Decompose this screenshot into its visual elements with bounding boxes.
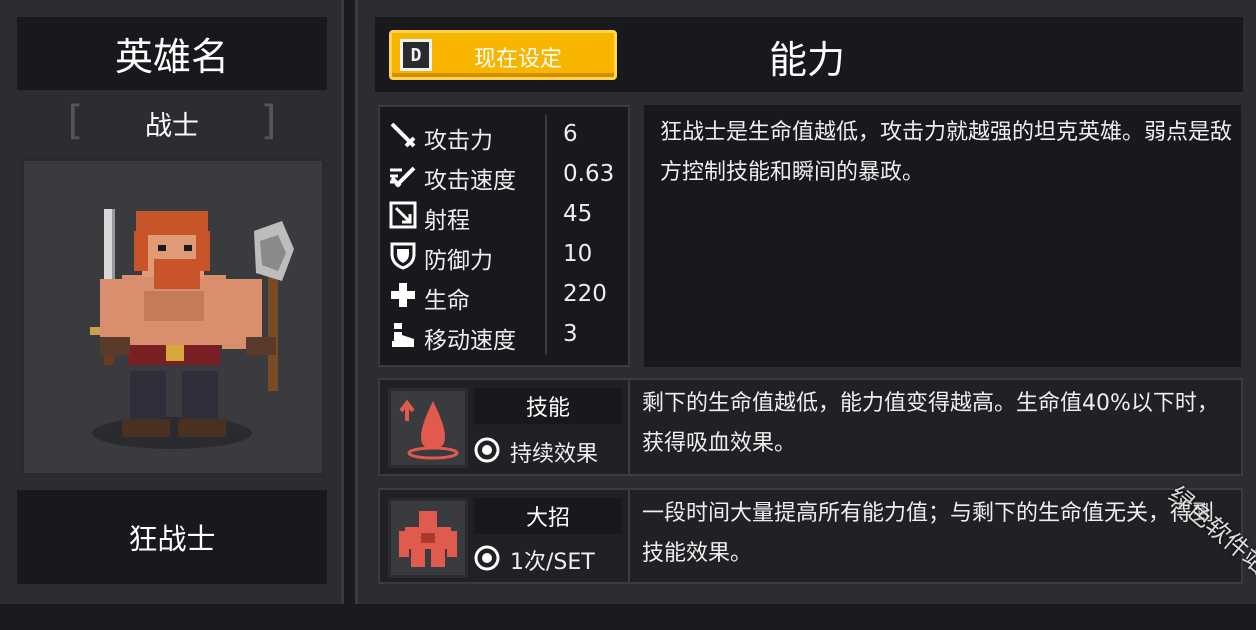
- blood-drop-icon: [399, 399, 459, 460]
- hero-description: 狂战士是生命值越低，攻击力就越强的坦克英雄。弱点是敌方控制技能和瞬间的暴政。: [660, 120, 1233, 185]
- speed-sword-icon: [390, 166, 416, 188]
- hero-name-box: 狂战士: [17, 490, 327, 584]
- ultimate-divider: [628, 490, 630, 582]
- health-cross-icon: [391, 283, 415, 307]
- stats-box: 攻击力 6 攻击速度 0.63 射程 45 防御力 10 生命 220 移动速度…: [378, 105, 630, 367]
- hero-name: 狂战士: [128, 522, 216, 556]
- skill-title-box: 技能: [474, 388, 622, 424]
- sword-icon: [390, 122, 416, 148]
- ultimate-title-box: 大招: [474, 498, 622, 534]
- stat-row-range: 射程 45: [380, 195, 620, 235]
- skill-description: 剩下的生命值越低，能力值变得越高。生命值40%以下时，获得吸血效果。: [642, 391, 1219, 456]
- boot-icon: [392, 323, 414, 347]
- ultimate-type: 1次/SET: [474, 540, 622, 576]
- right-bracket-icon: ]: [257, 98, 282, 144]
- skill-type: 持续效果: [474, 432, 622, 468]
- ultimate-title: 大招: [525, 506, 570, 531]
- stat-row-move-speed: 移动速度 3: [380, 315, 620, 355]
- hero-name-header: 英雄名: [114, 35, 229, 79]
- left-bracket-icon: [: [62, 98, 87, 144]
- set-now-label: 现在设定: [474, 47, 563, 72]
- stat-row-attack-speed: 攻击速度 0.63: [380, 155, 620, 195]
- ultimate-type-label: 1次/SET: [510, 550, 595, 575]
- stat-row-defense: 防御力 10: [380, 235, 620, 275]
- rage-body-icon: [399, 511, 457, 567]
- stat-row-attack: 攻击力 6: [380, 115, 620, 155]
- ultimate-icon-frame: [388, 498, 468, 578]
- hero-description-box: 狂战士是生命值越低，攻击力就越强的坦克英雄。弱点是敌方控制技能和瞬间的暴政。: [644, 105, 1241, 367]
- ability-panel: D 现在设定 能力 攻击力 6 攻击速度 0.63 射程 45 防御力 10 生…: [355, 0, 1256, 604]
- passive-effect-icon: [474, 437, 500, 463]
- berserker-portrait-icon: [90, 209, 294, 449]
- hero-portrait-frame: [20, 157, 326, 477]
- skill-icon-frame: [388, 388, 468, 468]
- range-icon: [389, 201, 417, 229]
- class-label: 战士: [145, 110, 199, 142]
- hero-panel: 英雄名 [ 战士 ] 狂战士: [0, 0, 344, 604]
- key-d-icon: D: [400, 39, 432, 71]
- set-now-button[interactable]: D 现在设定: [389, 30, 617, 80]
- ability-header: D 现在设定 能力: [375, 17, 1243, 92]
- hero-name-header-box: 英雄名: [17, 17, 327, 90]
- skill-divider: [628, 380, 630, 474]
- skill-type-label: 持续效果: [510, 442, 599, 467]
- ability-title: 能力: [769, 38, 846, 82]
- skill-title: 技能: [525, 396, 570, 421]
- skill-row: 技能 持续效果 剩下的生命值越低，能力值变得越高。生命值40%以下时，获得吸血效…: [378, 378, 1243, 476]
- stat-row-health: 生命 220: [380, 275, 620, 315]
- shield-icon: [390, 242, 416, 270]
- class-label-box: [ 战士 ]: [62, 98, 282, 148]
- ultimate-row: 大招 1次/SET 一段时间大量提高所有能力值；与剩下的生命值无关，得到技能效果…: [378, 488, 1243, 584]
- uses-per-set-icon: [474, 545, 500, 571]
